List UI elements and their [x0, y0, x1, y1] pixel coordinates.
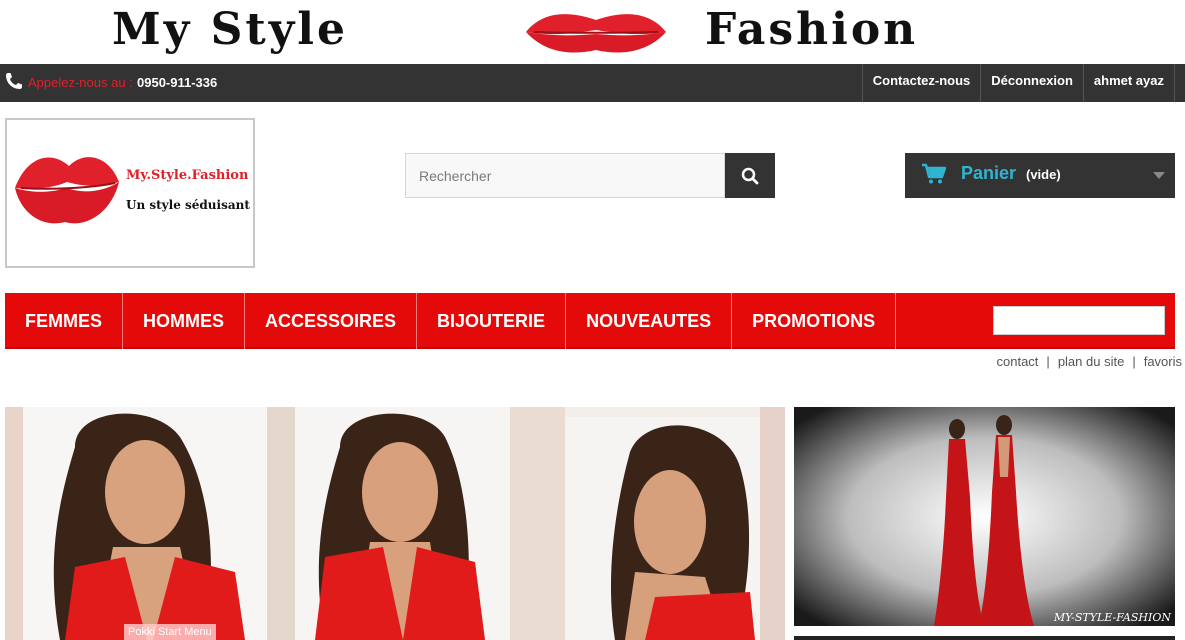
search-input[interactable] [405, 153, 725, 198]
separator: | [1046, 354, 1050, 369]
phone-number: 0950-911-336 [137, 75, 218, 90]
hero-slider-image[interactable] [5, 407, 785, 640]
top-links: Contactez-nous Déconnexion ahmet ayaz [861, 64, 1175, 102]
site-logo[interactable]: My.Style.Fashion Un style séduisant [5, 118, 255, 268]
lips-kiss-icon [526, 14, 666, 53]
main-nav: FEMMES HOMMES ACCESSOIRES BIJOUTERIE NOU… [5, 293, 1175, 349]
cart-label: Panier [961, 163, 1017, 183]
nav-item-femmes[interactable]: FEMMES [5, 293, 124, 349]
logo-name: My.Style.Fashion [126, 168, 249, 183]
cart-icon [922, 163, 947, 184]
side-photo [794, 407, 1175, 626]
side-promo-image[interactable]: MY-STYLE-FASHION [794, 407, 1175, 626]
cart-status: (vide) [1026, 167, 1061, 182]
search-button[interactable] [725, 153, 775, 198]
nav-item-accessoires[interactable]: ACCESSOIRES [245, 293, 418, 349]
logo-lips-icon [15, 157, 119, 224]
top-banner: My Style Fashion [0, 0, 1185, 64]
side-image-caption: MY-STYLE-FASHION [1053, 611, 1171, 624]
hero-photo [5, 407, 785, 640]
pokki-start-menu-label[interactable]: Pokki Start Menu [124, 624, 216, 640]
chevron-down-icon [1153, 172, 1165, 179]
nav-item-hommes[interactable]: HOMMES [123, 293, 246, 349]
phone-icon [6, 73, 22, 89]
banner-title-right: Fashion [705, 4, 919, 55]
nav-search-input[interactable] [993, 306, 1165, 335]
nav-item-nouveautes[interactable]: NOUVEAUTES [566, 293, 733, 349]
separator: | [1132, 354, 1136, 369]
sub-links: contact | plan du site | favoris [997, 354, 1183, 369]
sublink-sitemap[interactable]: plan du site [1058, 354, 1125, 369]
nav-item-promotions[interactable]: PROMOTIONS [732, 293, 897, 349]
nav-item-bijouterie[interactable]: BIJOUTERIE [417, 293, 567, 349]
sublink-contact[interactable]: contact [997, 354, 1039, 369]
search-icon [741, 167, 759, 185]
logout-link[interactable]: Déconnexion [980, 64, 1083, 102]
contact-link[interactable]: Contactez-nous [861, 64, 981, 102]
cart-button[interactable]: Panier (vide) [905, 153, 1175, 198]
sublink-favorites[interactable]: favoris [1144, 354, 1182, 369]
second-side-image[interactable] [794, 636, 1175, 640]
account-link[interactable]: ahmet ayaz [1082, 64, 1175, 102]
banner-title-left: My Style [112, 4, 348, 55]
logo-tagline: Un style séduisant [126, 198, 250, 212]
top-bar: Appelez-nous au : 0950-911-336 Contactez… [0, 64, 1185, 102]
call-label: Appelez-nous au : [28, 75, 133, 90]
